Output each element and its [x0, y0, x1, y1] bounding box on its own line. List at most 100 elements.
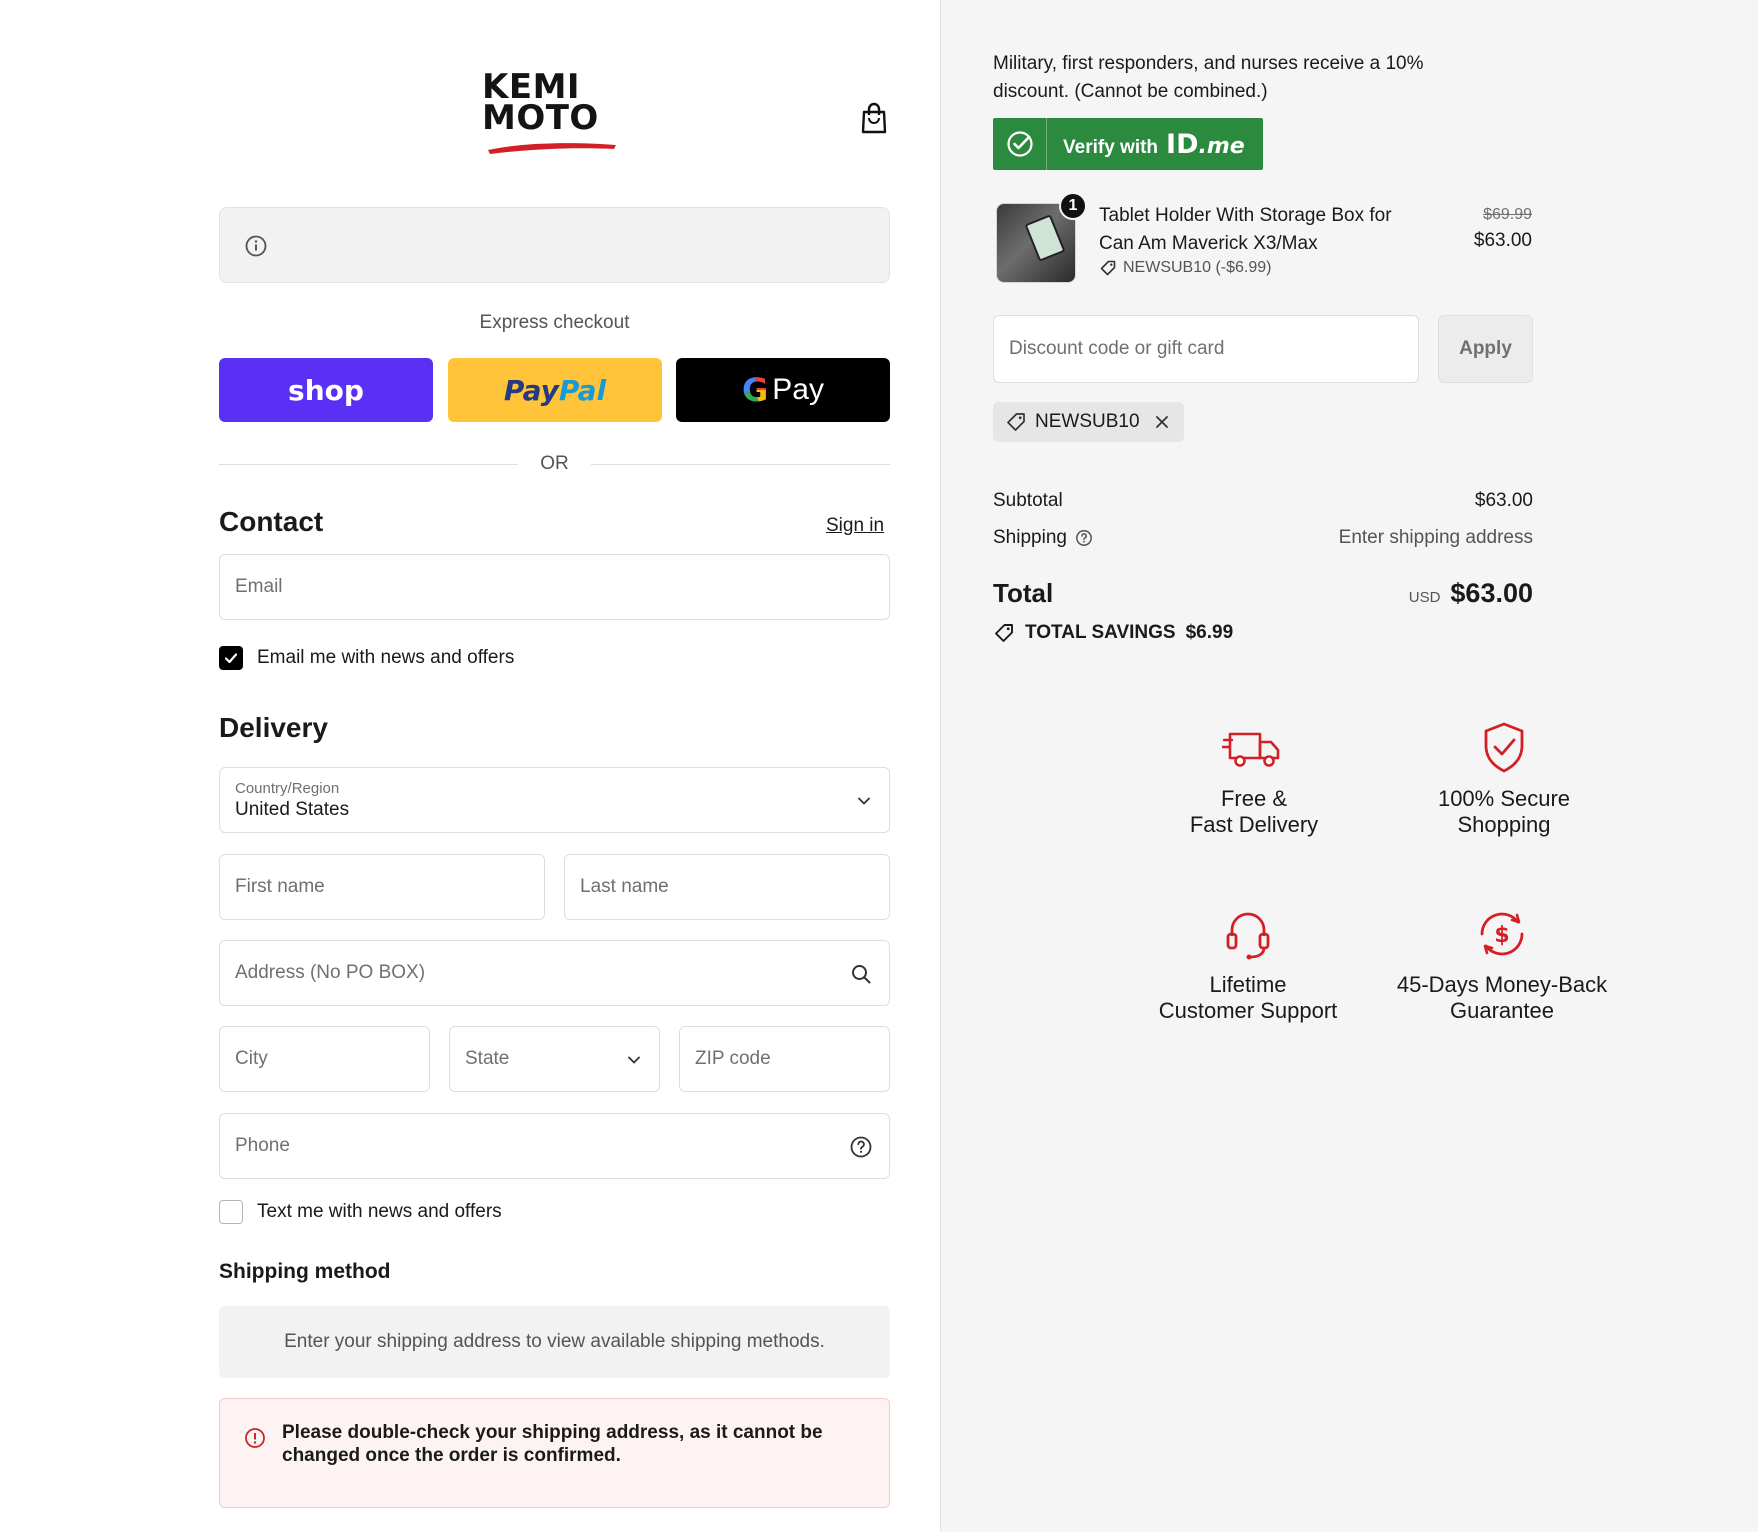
city-field[interactable]: City — [219, 1026, 430, 1092]
sign-in-link[interactable]: Sign in — [826, 515, 884, 537]
shop-pay-label: shop — [288, 373, 364, 407]
total-value: $63.00 — [1450, 578, 1533, 608]
google-pay-label: Pay — [772, 373, 824, 406]
state-placeholder: State — [465, 1048, 510, 1069]
product-image-detail — [1024, 214, 1066, 262]
headset-icon — [1226, 912, 1270, 960]
email-field[interactable]: Email — [219, 554, 890, 620]
idme-logo-main: ID — [1166, 128, 1199, 160]
store-logo[interactable]: KEMI MOTO — [482, 70, 632, 164]
chevron-down-icon — [628, 1056, 640, 1064]
product-name: Tablet Holder With Storage Box for Can A… — [1099, 205, 1392, 254]
product-original-price: $69.99 — [1483, 206, 1532, 223]
country-label: Country/Region — [235, 779, 340, 797]
help-circle-icon[interactable] — [1075, 529, 1093, 547]
shopping-bag-icon[interactable] — [858, 100, 890, 136]
quantity-badge: 1 — [1059, 192, 1087, 220]
search-icon[interactable] — [849, 962, 873, 986]
last-name-field[interactable]: Last name — [564, 854, 890, 920]
google-g-icon: G — [742, 371, 769, 409]
subtotal-row: Subtotal $63.00 — [993, 490, 1533, 512]
feature-money-back: $ 45-Days Money-Back Guarantee — [1382, 906, 1622, 1024]
address-warning-text: Please double-check your shipping addres… — [282, 1422, 823, 1466]
country-select[interactable]: Country/Region United States — [219, 767, 890, 833]
phone-placeholder: Phone — [235, 1135, 290, 1156]
remove-code-icon[interactable] — [1154, 414, 1170, 430]
verify-idme-button[interactable]: Verify with ID.me — [993, 118, 1263, 170]
divider-line — [219, 463, 519, 465]
total-amount-group: USD $63.00 — [1409, 578, 1533, 609]
total-row: Total USD $63.00 — [993, 578, 1533, 609]
idme-logo: ID.me — [1166, 129, 1245, 160]
product-discount-text: NEWSUB10 (-$6.99) — [1123, 259, 1272, 276]
paypal-label-part1: Pay — [503, 373, 559, 407]
product-discount: NEWSUB10 (-$6.99) — [1099, 259, 1272, 277]
discount-placeholder: Discount code or gift card — [1009, 338, 1225, 359]
apply-discount-button[interactable]: Apply — [1438, 315, 1533, 383]
savings-label: TOTAL SAVINGS — [1025, 622, 1176, 643]
delivery-heading: Delivery — [219, 712, 328, 743]
total-currency: USD — [1408, 589, 1441, 606]
email-optin-row[interactable]: Email me with news and offers — [219, 646, 514, 670]
info-icon — [245, 235, 267, 257]
checkout-form-column: KEMI MOTO Express checkout shop Pay Pal G… — [0, 0, 940, 1532]
shipping-label: Shipping — [993, 527, 1067, 548]
logo-line-2: MOTO — [482, 98, 599, 138]
country-value: United States — [235, 798, 350, 820]
sms-optin-checkbox[interactable] — [219, 1200, 243, 1224]
feature-customer-support: Lifetime Customer Support — [1128, 906, 1368, 1024]
feature-line-1: 45-Days Money-Back — [1396, 972, 1608, 997]
state-select[interactable]: State — [449, 1026, 660, 1092]
or-divider: OR — [219, 452, 890, 476]
email-optin-checkbox[interactable] — [219, 646, 243, 670]
checkmark-icon — [224, 653, 238, 664]
shop-pay-button[interactable]: shop — [219, 358, 433, 422]
feature-free-delivery: Free & Fast Delivery — [1134, 720, 1374, 838]
phone-field[interactable]: Phone — [219, 1113, 890, 1179]
tag-icon — [1007, 413, 1025, 431]
email-placeholder: Email — [235, 576, 283, 597]
money-back-icon: $ — [1480, 912, 1524, 956]
shipping-row: Shipping Enter shipping address — [993, 527, 1533, 549]
paypal-button[interactable]: Pay Pal — [448, 358, 662, 422]
applied-discount-chip: NEWSUB10 — [993, 402, 1184, 442]
first-name-field[interactable]: First name — [219, 854, 545, 920]
address-warning-banner: Please double-check your shipping addres… — [219, 1398, 890, 1508]
shipping-label-group: Shipping — [993, 527, 1093, 549]
help-circle-icon[interactable] — [849, 1135, 873, 1159]
subtotal-value: $63.00 — [1474, 490, 1533, 511]
info-banner — [219, 207, 890, 283]
feature-secure-shopping: 100% Secure Shopping — [1384, 720, 1624, 838]
shipping-method-heading: Shipping method — [219, 1260, 391, 1283]
sms-optin-row[interactable]: Text me with news and offers — [219, 1200, 502, 1224]
discount-code-input[interactable]: Discount code or gift card — [993, 315, 1419, 383]
feature-line-2: Customer Support — [1158, 998, 1338, 1023]
or-text: OR — [540, 453, 569, 474]
paypal-label-part2: Pal — [558, 373, 607, 407]
divider-line — [590, 463, 890, 465]
chevron-down-icon — [858, 797, 870, 805]
applied-code-text: NEWSUB10 — [1035, 411, 1140, 432]
city-placeholder: City — [235, 1048, 268, 1069]
address-field[interactable]: Address (No PO BOX) — [219, 940, 890, 1006]
google-pay-button[interactable]: G Pay — [676, 358, 890, 422]
shipping-methods-placeholder: Enter your shipping address to view avai… — [219, 1306, 890, 1378]
logo-swoosh — [488, 143, 616, 154]
truck-icon — [1222, 732, 1280, 767]
email-optin-label: Email me with news and offers — [257, 647, 515, 668]
feature-line-2: Shopping — [1457, 812, 1551, 837]
last-name-placeholder: Last name — [580, 876, 669, 897]
feature-line-1: 100% Secure — [1437, 786, 1571, 811]
svg-text:$: $ — [1494, 923, 1509, 948]
shipping-methods-message: Enter your shipping address to view avai… — [284, 1331, 825, 1352]
zip-code-field[interactable]: ZIP code — [679, 1026, 890, 1092]
alert-circle-icon — [245, 1428, 265, 1448]
first-name-placeholder: First name — [235, 876, 325, 897]
feature-line-1: Free & — [1220, 786, 1288, 811]
feature-line-2: Fast Delivery — [1189, 812, 1319, 837]
contact-heading: Contact — [219, 506, 324, 537]
check-circle-icon — [993, 118, 1047, 170]
tag-icon — [1100, 260, 1116, 276]
total-label: Total — [993, 578, 1054, 608]
idme-verify-text: Verify with — [1063, 136, 1159, 158]
